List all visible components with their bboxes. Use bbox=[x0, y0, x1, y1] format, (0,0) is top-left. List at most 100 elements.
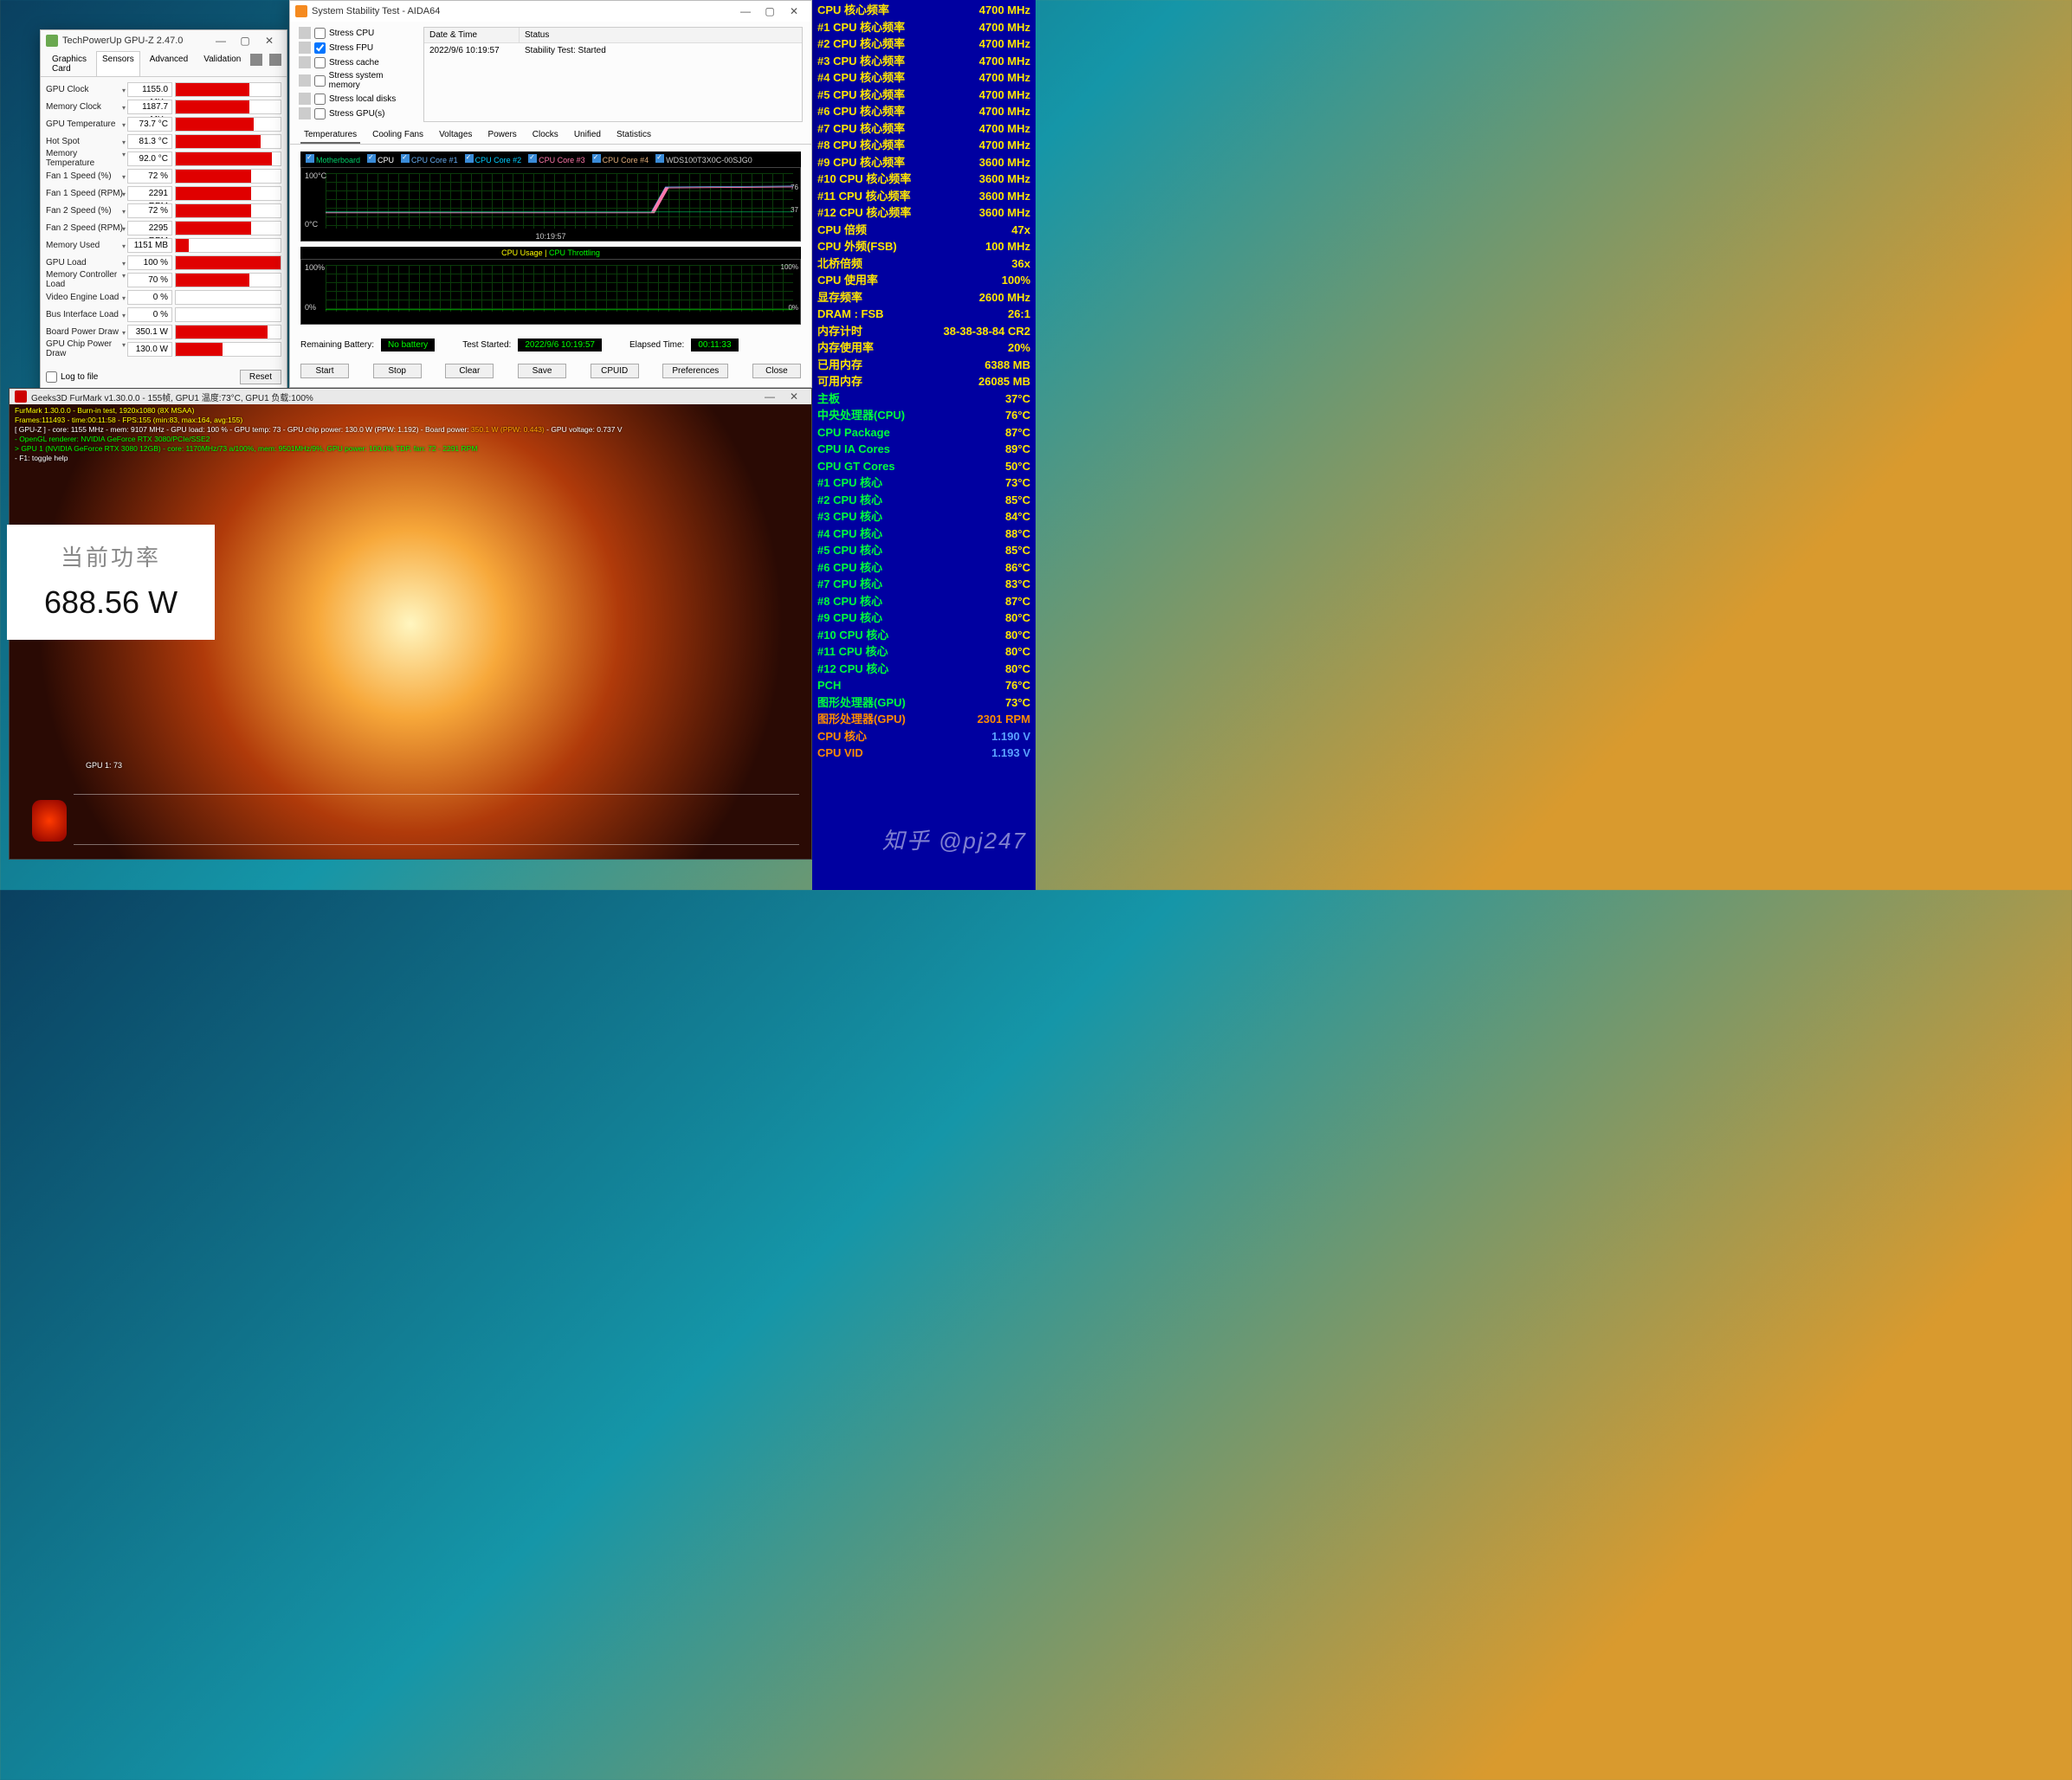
maximize-button[interactable]: ▢ bbox=[758, 3, 782, 20]
aida-tab-powers[interactable]: Powers bbox=[484, 127, 520, 144]
stress-opt-stress-cache: Stress cache bbox=[299, 56, 415, 68]
furmark-titlebar[interactable]: Geeks3D FurMark v1.30.0.0 - 155帧, GPU1 温… bbox=[10, 389, 811, 404]
legend-check[interactable] bbox=[367, 154, 376, 163]
tab-validation[interactable]: Validation bbox=[197, 51, 247, 76]
sensor-value[interactable]: 72 % bbox=[127, 169, 172, 184]
sensor-name[interactable]: Memory Temperature▾ bbox=[46, 149, 127, 168]
sensor-name[interactable]: Fan 1 Speed (%)▾ bbox=[46, 171, 127, 181]
sensor-name[interactable]: Memory Used▾ bbox=[46, 241, 127, 250]
tab-advanced[interactable]: Advanced bbox=[144, 51, 194, 76]
sensor-name[interactable]: Bus Interface Load▾ bbox=[46, 310, 127, 319]
sensor-value[interactable]: 92.0 °C bbox=[127, 152, 172, 166]
monitor-row: #8 CPU 核心87°C bbox=[817, 593, 1030, 610]
sensor-name[interactable]: Fan 1 Speed (RPM)▾ bbox=[46, 189, 127, 198]
opt-check[interactable] bbox=[314, 57, 326, 68]
sensor-value[interactable]: 1187.7 MHz bbox=[127, 100, 172, 114]
sensor-row: GPU Chip Power Draw▾ 130.0 W bbox=[46, 340, 281, 358]
preferences-button[interactable]: Preferences bbox=[662, 364, 728, 378]
gpuz-titlebar[interactable]: TechPowerUp GPU-Z 2.47.0 — ▢ ✕ bbox=[41, 30, 287, 51]
aida-tab-cooling-fans[interactable]: Cooling Fans bbox=[369, 127, 427, 144]
stress-options: Stress CPUStress FPUStress cacheStress s… bbox=[299, 27, 415, 122]
opt-check[interactable] bbox=[314, 75, 326, 87]
sensor-name[interactable]: Board Power Draw▾ bbox=[46, 327, 127, 337]
sensor-value[interactable]: 70 % bbox=[127, 273, 172, 287]
legend-check[interactable] bbox=[401, 154, 410, 163]
opt-check[interactable] bbox=[314, 108, 326, 119]
sensor-name[interactable]: Memory Controller Load▾ bbox=[46, 270, 127, 289]
sensor-bar bbox=[175, 307, 281, 322]
sensor-value[interactable]: 1151 MB bbox=[127, 238, 172, 253]
sensor-value[interactable]: 2295 RPM bbox=[127, 221, 172, 235]
monitor-row: 可用内存26085 MB bbox=[817, 373, 1030, 390]
tab-sensors[interactable]: Sensors bbox=[96, 51, 140, 76]
sensor-value[interactable]: 1155.0 MHz bbox=[127, 82, 172, 97]
aida-tab-voltages[interactable]: Voltages bbox=[436, 127, 475, 144]
close-button[interactable]: ✕ bbox=[782, 388, 806, 405]
legend-check[interactable] bbox=[655, 154, 664, 163]
sensor-row: Fan 2 Speed (%)▾ 72 % bbox=[46, 202, 281, 219]
close-button[interactable]: ✕ bbox=[257, 32, 281, 49]
monitor-row: #4 CPU 核心88°C bbox=[817, 526, 1030, 543]
sensor-value[interactable]: 2291 RPM bbox=[127, 186, 172, 201]
sensor-value[interactable]: 350.1 W bbox=[127, 325, 172, 339]
opt-label: Stress FPU bbox=[329, 43, 373, 53]
tab-graphics-card[interactable]: Graphics Card bbox=[46, 51, 93, 76]
sensor-bar bbox=[175, 82, 281, 97]
sensor-name[interactable]: GPU Load▾ bbox=[46, 258, 127, 268]
aida-tab-clocks[interactable]: Clocks bbox=[529, 127, 562, 144]
close-button[interactable]: Close bbox=[752, 364, 801, 378]
reset-button[interactable]: Reset bbox=[240, 370, 281, 384]
aida-buttons: Start Stop Clear Save CPUID Preferences Close bbox=[290, 358, 811, 387]
monitor-row: #2 CPU 核心频率4700 MHz bbox=[817, 35, 1030, 53]
sensor-name[interactable]: GPU Temperature▾ bbox=[46, 119, 127, 129]
power-value: 688.56 W bbox=[17, 584, 204, 621]
legend-check[interactable] bbox=[306, 154, 314, 163]
start-button[interactable]: Start bbox=[300, 364, 349, 378]
opt-check[interactable] bbox=[314, 42, 326, 54]
maximize-button[interactable]: ▢ bbox=[233, 32, 257, 49]
sensor-value[interactable]: 72 % bbox=[127, 203, 172, 218]
minimize-button[interactable]: — bbox=[733, 3, 758, 20]
minimize-button[interactable]: — bbox=[209, 32, 233, 49]
save-button[interactable]: Save bbox=[518, 364, 566, 378]
stop-button[interactable]: Stop bbox=[373, 364, 422, 378]
legend-label: CPU bbox=[378, 156, 394, 164]
sensor-name[interactable]: Memory Clock▾ bbox=[46, 102, 127, 112]
cpuid-button[interactable]: CPUID bbox=[591, 364, 639, 378]
legend-check[interactable] bbox=[528, 154, 537, 163]
screenshot-icon[interactable] bbox=[250, 54, 262, 66]
sensor-value[interactable]: 100 % bbox=[127, 255, 172, 270]
close-button[interactable]: ✕ bbox=[782, 3, 806, 20]
aida-title: System Stability Test - AIDA64 bbox=[312, 6, 440, 16]
menu-icon[interactable] bbox=[269, 54, 281, 66]
aida-tab-unified[interactable]: Unified bbox=[571, 127, 604, 144]
aida-tab-statistics[interactable]: Statistics bbox=[613, 127, 655, 144]
sensor-value[interactable]: 73.7 °C bbox=[127, 117, 172, 132]
sensor-name[interactable]: Hot Spot▾ bbox=[46, 137, 127, 146]
opt-check[interactable] bbox=[314, 28, 326, 39]
aida-titlebar[interactable]: System Stability Test - AIDA64 — ▢ ✕ bbox=[290, 1, 811, 22]
sensor-name[interactable]: Fan 2 Speed (RPM)▾ bbox=[46, 223, 127, 233]
sensor-value[interactable]: 130.0 W bbox=[127, 342, 172, 357]
monitor-label: 内存计时 bbox=[817, 323, 862, 340]
monitor-value: 85°C bbox=[1005, 542, 1030, 559]
legend-check[interactable] bbox=[465, 154, 474, 163]
opt-check[interactable] bbox=[314, 94, 326, 105]
opt-label: Stress local disks bbox=[329, 94, 396, 104]
sensor-name[interactable]: Fan 2 Speed (%)▾ bbox=[46, 206, 127, 216]
clear-button[interactable]: Clear bbox=[445, 364, 494, 378]
log-to-file-check[interactable] bbox=[46, 371, 57, 383]
sensor-name[interactable]: GPU Clock▾ bbox=[46, 85, 127, 94]
aida-tab-temperatures[interactable]: Temperatures bbox=[300, 127, 360, 144]
sensor-value[interactable]: 81.3 °C bbox=[127, 134, 172, 149]
sensor-value[interactable]: 0 % bbox=[127, 290, 172, 305]
monitor-value: 100% bbox=[1002, 272, 1030, 289]
sensor-bar bbox=[175, 203, 281, 218]
sensor-name[interactable]: Video Engine Load▾ bbox=[46, 293, 127, 302]
legend-check[interactable] bbox=[592, 154, 601, 163]
monitor-row: CPU 使用率100% bbox=[817, 272, 1030, 289]
sensor-value[interactable]: 0 % bbox=[127, 307, 172, 322]
monitor-row: 图形处理器(GPU)73°C bbox=[817, 694, 1030, 712]
minimize-button[interactable]: — bbox=[758, 388, 782, 405]
sensor-name[interactable]: GPU Chip Power Draw▾ bbox=[46, 339, 127, 358]
